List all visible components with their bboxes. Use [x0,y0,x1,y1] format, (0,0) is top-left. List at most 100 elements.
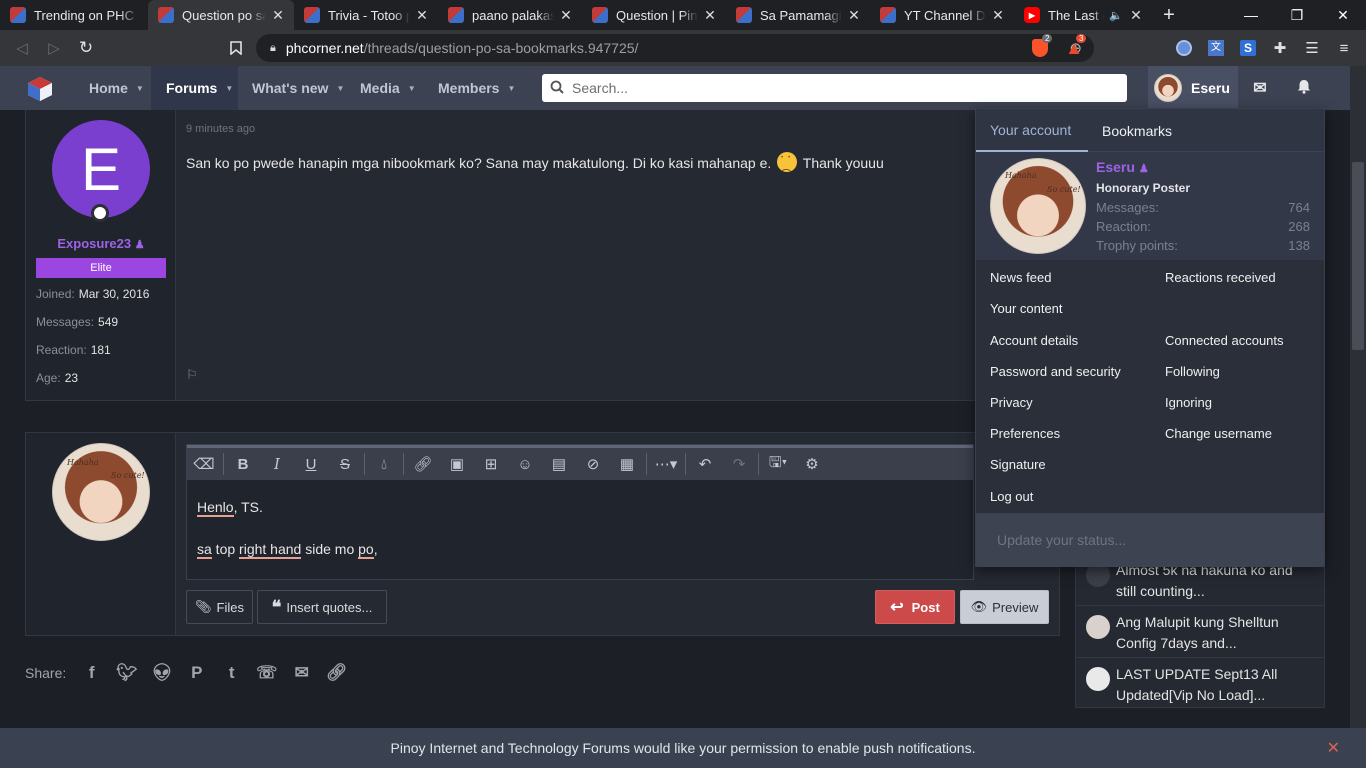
nav-forums[interactable]: Forums ▼ [151,66,238,110]
link-password-security[interactable]: Password and security [990,364,1121,379]
link-icon[interactable]: 🔗︎ [406,448,440,480]
extension-s-icon[interactable]: S [1236,36,1260,60]
image-icon[interactable]: ▣ [440,448,474,480]
whatsapp-icon[interactable]: ☏ [249,663,284,683]
insert-quotes-button[interactable]: ❝ Insert quotes... [257,590,387,624]
chevron-down-icon[interactable]: ▼ [225,84,233,93]
media-icon[interactable]: ⊞ [474,448,508,480]
conversations-button[interactable]: ✉ [1238,66,1282,110]
link-account-details[interactable]: Account details [990,333,1078,348]
nav-media[interactable]: Media ▼ [346,66,426,110]
chevron-down-icon[interactable]: ▼ [336,84,344,93]
close-icon[interactable]: ✕ [1327,738,1340,758]
browser-tab[interactable]: YT Channel Dow ✕ [870,0,1014,30]
new-tab-icon[interactable]: + [1158,4,1180,26]
translate-icon[interactable]: 文 [1204,36,1228,60]
settings-gear-icon[interactable]: ⚙ [795,448,829,480]
link-your-content[interactable]: Your content [990,301,1063,316]
back-icon[interactable]: ◁ [10,36,34,60]
menu-icon[interactable]: ≡ [1332,36,1356,60]
post-author-name[interactable]: Exposure23 ♟ [26,236,176,251]
attach-files-button[interactable]: 📎︎ Files [186,590,253,624]
share-link-icon[interactable]: 🔗︎ [319,663,354,683]
close-tab-icon[interactable]: ✕ [1128,7,1144,24]
avatar[interactable]: Hahaha So cute! [52,443,150,541]
alerts-button[interactable] [1282,66,1326,110]
browser-tab[interactable]: Trivia - Totoo po ✕ [294,0,438,30]
eraser-icon[interactable]: ⌫ [187,448,221,480]
gif-icon[interactable]: ▤ [542,448,576,480]
browser-tab[interactable]: Question | Pinoy ✕ [582,0,726,30]
reload-icon[interactable]: ↻ [74,36,98,60]
browser-tab[interactable]: ▶ The Last of U 🔈 ✕ [1014,0,1152,30]
close-window-icon[interactable]: ✕ [1320,0,1366,30]
close-tab-icon[interactable]: ✕ [558,7,574,24]
chevron-down-icon[interactable]: ▼ [507,84,515,93]
pinterest-icon[interactable]: P [179,663,214,683]
facebook-icon[interactable]: f [74,663,109,683]
close-tab-icon[interactable]: ✕ [990,7,1006,24]
tumblr-icon[interactable]: t [214,663,249,683]
bold-icon[interactable]: B [226,448,260,480]
post-reply-button[interactable]: ↩ Post [875,590,955,624]
close-tab-icon[interactable]: ✕ [702,7,718,24]
link-connected-accounts[interactable]: Connected accounts [1165,333,1284,348]
chevron-down-icon[interactable]: ▼ [136,84,144,93]
table-icon[interactable]: ▦ [610,448,644,480]
scrollbar-thumb[interactable] [1352,162,1364,350]
drafts-icon[interactable]: 🖫︎▾ [761,448,795,480]
italic-icon[interactable]: I [260,448,294,480]
browser-tab-active[interactable]: Question po sa B ✕ [148,0,294,30]
link-news-feed[interactable]: News feed [990,270,1051,285]
close-tab-icon[interactable]: ✕ [270,7,286,24]
nav-members[interactable]: Members ▼ [426,66,526,110]
report-flag-icon[interactable]: ⚐ [186,367,198,383]
undo-icon[interactable]: ↶ [688,448,722,480]
close-tab-icon[interactable]: ✕ [414,7,430,24]
text-color-icon[interactable]: 💧︎ [367,448,401,480]
spoiler-icon[interactable]: ⊘ [576,448,610,480]
puzzle-extensions-icon[interactable]: ✚ [1268,36,1292,60]
underline-icon[interactable]: U [294,448,328,480]
tab-bookmarks[interactable]: Bookmarks [1088,109,1188,152]
redo-icon[interactable]: ↷ [722,448,756,480]
vpn-extension-icon[interactable] [1172,36,1196,60]
account-name[interactable]: Eseru ♟ [1096,159,1149,175]
smilie-icon[interactable]: ☺ [508,448,542,480]
list-item[interactable]: LAST UPDATE Sept13 All Updated[Vip No Lo… [1086,664,1316,706]
search-input[interactable]: Search... [542,74,1127,102]
twitter-icon[interactable]: 🐦︎ [109,663,144,683]
email-icon[interactable]: ✉ [284,663,319,683]
bookmark-icon[interactable] [224,36,248,60]
minimize-icon[interactable]: — [1228,0,1274,30]
chevron-down-icon[interactable]: ▼ [408,84,416,93]
link-reactions-received[interactable]: Reactions received [1165,270,1276,285]
link-change-username[interactable]: Change username [1165,426,1272,441]
close-tab-icon[interactable]: ✕ [846,7,862,24]
post-timestamp[interactable]: 9 minutes ago [186,123,255,135]
link-ignoring[interactable]: Ignoring [1165,395,1212,410]
brave-shield-icon[interactable]: 2 [1028,34,1053,60]
avatar[interactable]: Hahaha So cute! [990,158,1086,254]
preview-button[interactable]: 👁︎ Preview [960,590,1049,624]
forward-icon[interactable]: ▷ [42,36,66,60]
brave-rewards-icon[interactable]: ▲ 3 [1062,34,1087,60]
link-log-out[interactable]: Log out [990,489,1033,504]
tab-your-account[interactable]: Your account [976,109,1088,152]
address-bar[interactable]: 🔒︎ phcorner.net/threads/question-po-sa-b… [256,34,1094,62]
link-privacy[interactable]: Privacy [990,395,1033,410]
restore-icon[interactable]: ❐ [1274,0,1320,30]
link-signature[interactable]: Signature [990,457,1046,472]
more-options-icon[interactable]: ⋯▾ [649,448,683,480]
reply-editor[interactable]: ⌫ B I U S 💧︎ 🔗︎ ▣ ⊞ ☺ ▤ ⊘ ▦ ⋯▾ ↶ ↷ 🖫︎▾ ⚙… [186,444,974,580]
nav-whats-new[interactable]: What's new ▼ [238,66,346,110]
media-playlist-icon[interactable]: ☰ [1300,36,1324,60]
browser-tab[interactable]: paano palakasin ✕ [438,0,582,30]
link-preferences[interactable]: Preferences [990,426,1060,441]
account-menu-toggle[interactable]: Eseru [1148,66,1238,110]
browser-tab[interactable]: Trending on PHC [0,0,148,30]
list-item[interactable]: Ang Malupit kung Shelltun Config 7days a… [1086,612,1316,654]
nav-home[interactable]: Home ▼ [74,66,151,110]
reddit-icon[interactable]: 👽︎ [144,663,179,683]
status-update-input[interactable]: Update your status... [976,513,1324,567]
